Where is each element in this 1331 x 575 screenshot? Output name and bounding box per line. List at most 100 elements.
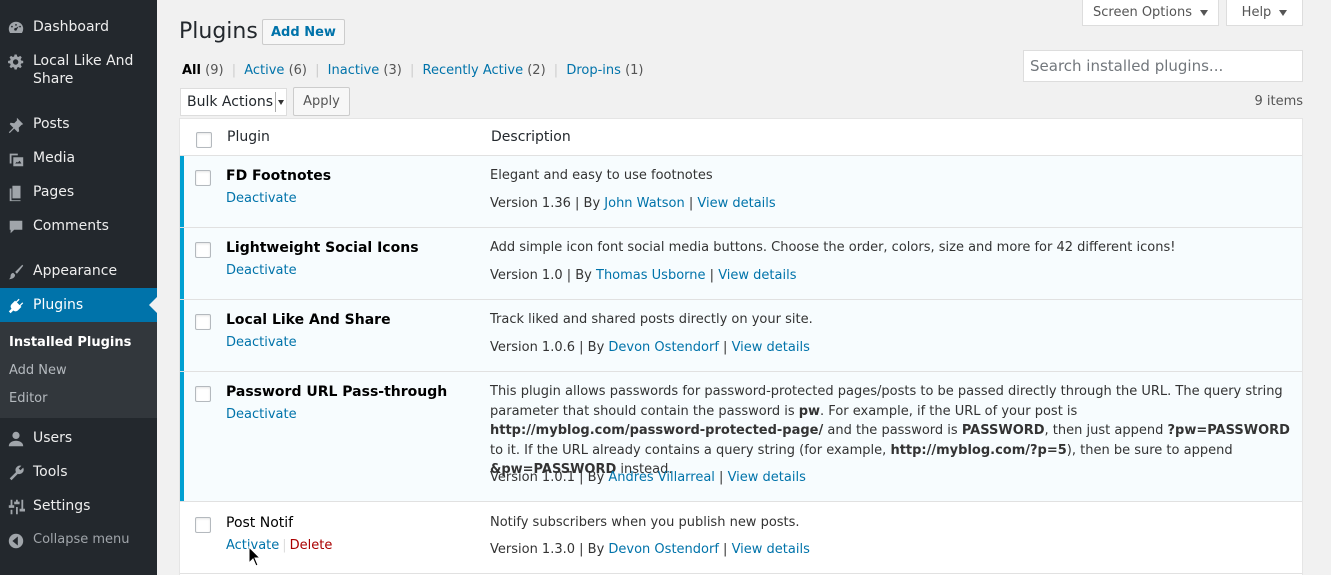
view-details-link[interactable]: View details <box>728 470 806 485</box>
bulk-actions-select[interactable]: Bulk Actions <box>180 88 287 116</box>
deactivate-link[interactable]: Deactivate <box>226 407 297 422</box>
meta-separator: | <box>705 268 719 283</box>
sidebar-item-label: Users <box>33 430 73 446</box>
plugin-description: Track liked and shared posts directly on… <box>490 312 813 327</box>
row-checkbox[interactable] <box>195 517 211 533</box>
pushpin-icon <box>6 115 26 135</box>
screen-options-button[interactable]: Screen Options <box>1082 0 1219 26</box>
plugin-version: Version 1.0.1 | By <box>490 470 609 485</box>
desc-text: ), then be sure to append <box>1066 442 1233 458</box>
plugin-description: Add simple icon font social media button… <box>490 240 1176 255</box>
desc-text: and the password is <box>823 423 962 438</box>
desc-code: http://myblog.com/password-protected-pag… <box>490 423 824 438</box>
meta-separator: | <box>718 340 732 355</box>
sidebar-item-plugins[interactable]: Plugins <box>0 288 157 322</box>
view-details-link[interactable]: View details <box>732 340 810 355</box>
sidebar-item-dashboard[interactable]: Dashboard <box>0 18 157 38</box>
submenu-item-editor[interactable]: Editor <box>9 391 47 406</box>
plugin-description: Elegant and easy to use footnotes <box>490 168 713 183</box>
media-icon <box>6 149 26 169</box>
filter-separator: | <box>409 63 415 78</box>
filter-inactive[interactable]: Inactive <box>328 63 380 78</box>
dropdown-arrow-icon <box>275 92 285 112</box>
plugin-version: Version 1.0.6 | By <box>490 340 609 355</box>
admin-sidebar: Dashboard Local Like And Share Posts Med… <box>0 0 157 575</box>
add-new-plugin-button[interactable]: Add New <box>262 19 345 45</box>
filter-all-count: (9) <box>205 63 224 78</box>
sidebar-item-comments[interactable]: Comments <box>0 217 157 237</box>
desc-code: ?pw=PASSWORD <box>1167 423 1290 438</box>
meta-separator: | <box>714 470 728 485</box>
row-checkbox[interactable] <box>195 242 211 258</box>
table-row: Local Like And Share Deactivate Track li… <box>180 300 1302 372</box>
filter-all[interactable]: All <box>182 63 201 78</box>
collapse-menu-label: Collapse menu <box>33 532 130 547</box>
desc-code: http://myblog.com/?p=5 <box>890 442 1067 458</box>
deactivate-link[interactable]: Deactivate <box>226 335 297 350</box>
plugin-meta: Version 1.0.6 | By Devon Ostendorf | Vie… <box>490 340 810 355</box>
filter-inactive-count: (3) <box>383 63 402 78</box>
collapse-arrow-icon <box>6 531 26 551</box>
view-details-link[interactable]: View details <box>697 196 775 211</box>
meta-separator: | <box>684 196 698 211</box>
desc-code: PASSWORD <box>961 423 1045 438</box>
sidebar-item-users[interactable]: Users <box>0 429 157 449</box>
plugin-author-link[interactable]: Devon Ostendorf <box>608 340 719 355</box>
view-details-link[interactable]: View details <box>718 268 796 283</box>
deactivate-link[interactable]: Deactivate <box>226 263 297 278</box>
search-plugins-input[interactable] <box>1023 50 1303 82</box>
column-header-plugin[interactable]: Plugin <box>227 129 270 145</box>
meta-separator: | <box>718 542 732 557</box>
row-checkbox[interactable] <box>195 386 211 402</box>
deactivate-link[interactable]: Deactivate <box>226 191 297 206</box>
plugin-author-link[interactable]: Andres Villarreal <box>608 470 715 485</box>
dashboard-icon <box>6 18 26 38</box>
chevron-down-icon <box>1279 9 1288 16</box>
plugin-status-filters: All (9) | Active (6) | Inactive (3) | Re… <box>182 63 643 78</box>
bulk-actions-value: Bulk Actions <box>187 94 274 110</box>
plugin-version: Version 1.0 | By <box>490 268 596 283</box>
filter-recently-active[interactable]: Recently Active <box>423 63 524 78</box>
plugin-meta: Version 1.0.1 | By Andres Villarreal | V… <box>490 470 806 485</box>
filter-separator: | <box>315 63 320 78</box>
plugin-version: Version 1.3.0 | By <box>490 542 609 557</box>
delete-link[interactable]: Delete <box>290 538 333 553</box>
plugin-version: Version 1.36 | By <box>490 196 605 211</box>
sidebar-item-settings[interactable]: Settings <box>0 497 157 517</box>
items-count: 9 items <box>1254 94 1303 109</box>
brush-icon <box>6 262 26 282</box>
select-all-checkbox[interactable] <box>196 132 212 148</box>
table-row: Lightweight Social Icons Deactivate Add … <box>180 228 1302 300</box>
sidebar-item-label: Tools <box>33 464 68 480</box>
collapse-menu-button[interactable]: Collapse menu <box>0 531 157 551</box>
submenu-item-installed-plugins[interactable]: Installed Plugins <box>9 335 131 350</box>
row-checkbox[interactable] <box>195 170 211 186</box>
sidebar-item-appearance[interactable]: Appearance <box>0 262 157 282</box>
plugin-description: This plugin allows passwords for passwor… <box>490 382 1296 480</box>
plugin-author-link[interactable]: Thomas Usborne <box>596 268 706 283</box>
submenu-item-add-new[interactable]: Add New <box>9 363 67 378</box>
column-header-description: Description <box>491 129 571 145</box>
filter-separator: | <box>553 63 559 78</box>
sidebar-item-tools[interactable]: Tools <box>0 463 157 483</box>
comment-icon <box>6 217 26 237</box>
plugin-author-link[interactable]: John Watson <box>604 196 684 211</box>
help-label: Help <box>1241 5 1272 20</box>
row-actions: Activate | Delete <box>226 538 332 553</box>
sidebar-item-label: Local Like And Share <box>33 53 134 87</box>
filter-active[interactable]: Active <box>244 63 284 78</box>
filter-drop-ins[interactable]: Drop-ins <box>566 63 621 78</box>
desc-code: pw <box>798 403 821 419</box>
sidebar-item-posts[interactable]: Posts <box>0 115 157 135</box>
help-button[interactable]: Help <box>1226 0 1303 26</box>
sidebar-item-local-like-and-share[interactable]: Local Like And Share <box>0 52 157 90</box>
plugin-author-link[interactable]: Devon Ostendorf <box>608 542 719 557</box>
sidebar-item-pages[interactable]: Pages <box>0 183 157 203</box>
row-checkbox[interactable] <box>195 314 211 330</box>
table-row: Post Notif Activate | Delete Notify subscr… <box>180 502 1302 574</box>
sidebar-item-media[interactable]: Media <box>0 149 157 169</box>
mouse-cursor-icon <box>248 546 262 567</box>
plugins-submenu: Installed Plugins Add New Editor <box>0 322 157 418</box>
apply-button[interactable]: Apply <box>293 87 350 116</box>
view-details-link[interactable]: View details <box>732 542 810 557</box>
